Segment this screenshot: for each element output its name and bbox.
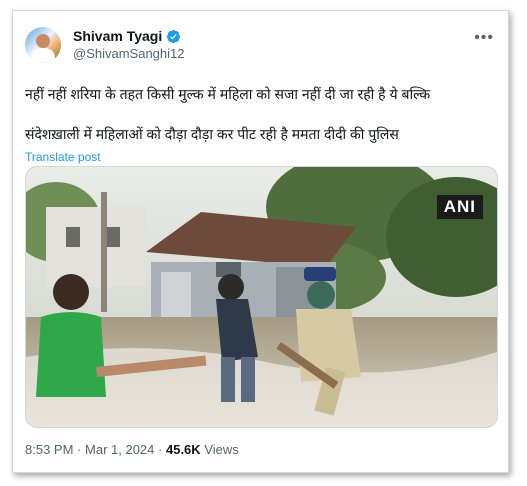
- avatar-body: [31, 48, 55, 63]
- avatar[interactable]: [25, 27, 61, 63]
- author-name[interactable]: Shivam Tyagi: [73, 28, 162, 44]
- meta-separator: ·: [158, 442, 163, 457]
- tweet-text: नहीं नहीं शरिया के तहत किसी मुल्क में मह…: [25, 85, 496, 143]
- meta-separator: ·: [77, 442, 82, 457]
- author-handle[interactable]: @ShivamSanghi12: [73, 46, 184, 61]
- tweet-text-line-1: नहीं नहीं शरिया के तहत किसी मुल्क में मह…: [25, 86, 431, 102]
- tweet-media-image[interactable]: ANI: [25, 166, 498, 428]
- media-scene: [26, 167, 497, 427]
- verified-badge-icon: [167, 29, 181, 43]
- translate-post-link[interactable]: Translate post: [25, 150, 101, 164]
- views-label: Views: [204, 442, 239, 457]
- more-options-icon[interactable]: •••: [474, 29, 494, 47]
- avatar-face: [36, 34, 50, 48]
- views-count: 45.6K: [165, 442, 201, 457]
- media-watermark: ANI: [436, 195, 483, 219]
- tweet-text-line-2: संदेशख़ाली में महिलाओं को दौड़ा दौड़ा कर…: [25, 126, 399, 142]
- author-name-row: Shivam Tyagi: [73, 28, 181, 44]
- tweet-date[interactable]: Mar 1, 2024: [85, 442, 154, 457]
- tweet-header: Shivam Tyagi @ShivamSanghi12 •••: [25, 25, 496, 65]
- tweet-card: Shivam Tyagi @ShivamSanghi12 ••• नहीं नह…: [12, 10, 509, 473]
- tweet-meta: 8:53 PM · Mar 1, 2024 · 45.6K Views: [25, 442, 239, 457]
- tweet-time[interactable]: 8:53 PM: [25, 442, 73, 457]
